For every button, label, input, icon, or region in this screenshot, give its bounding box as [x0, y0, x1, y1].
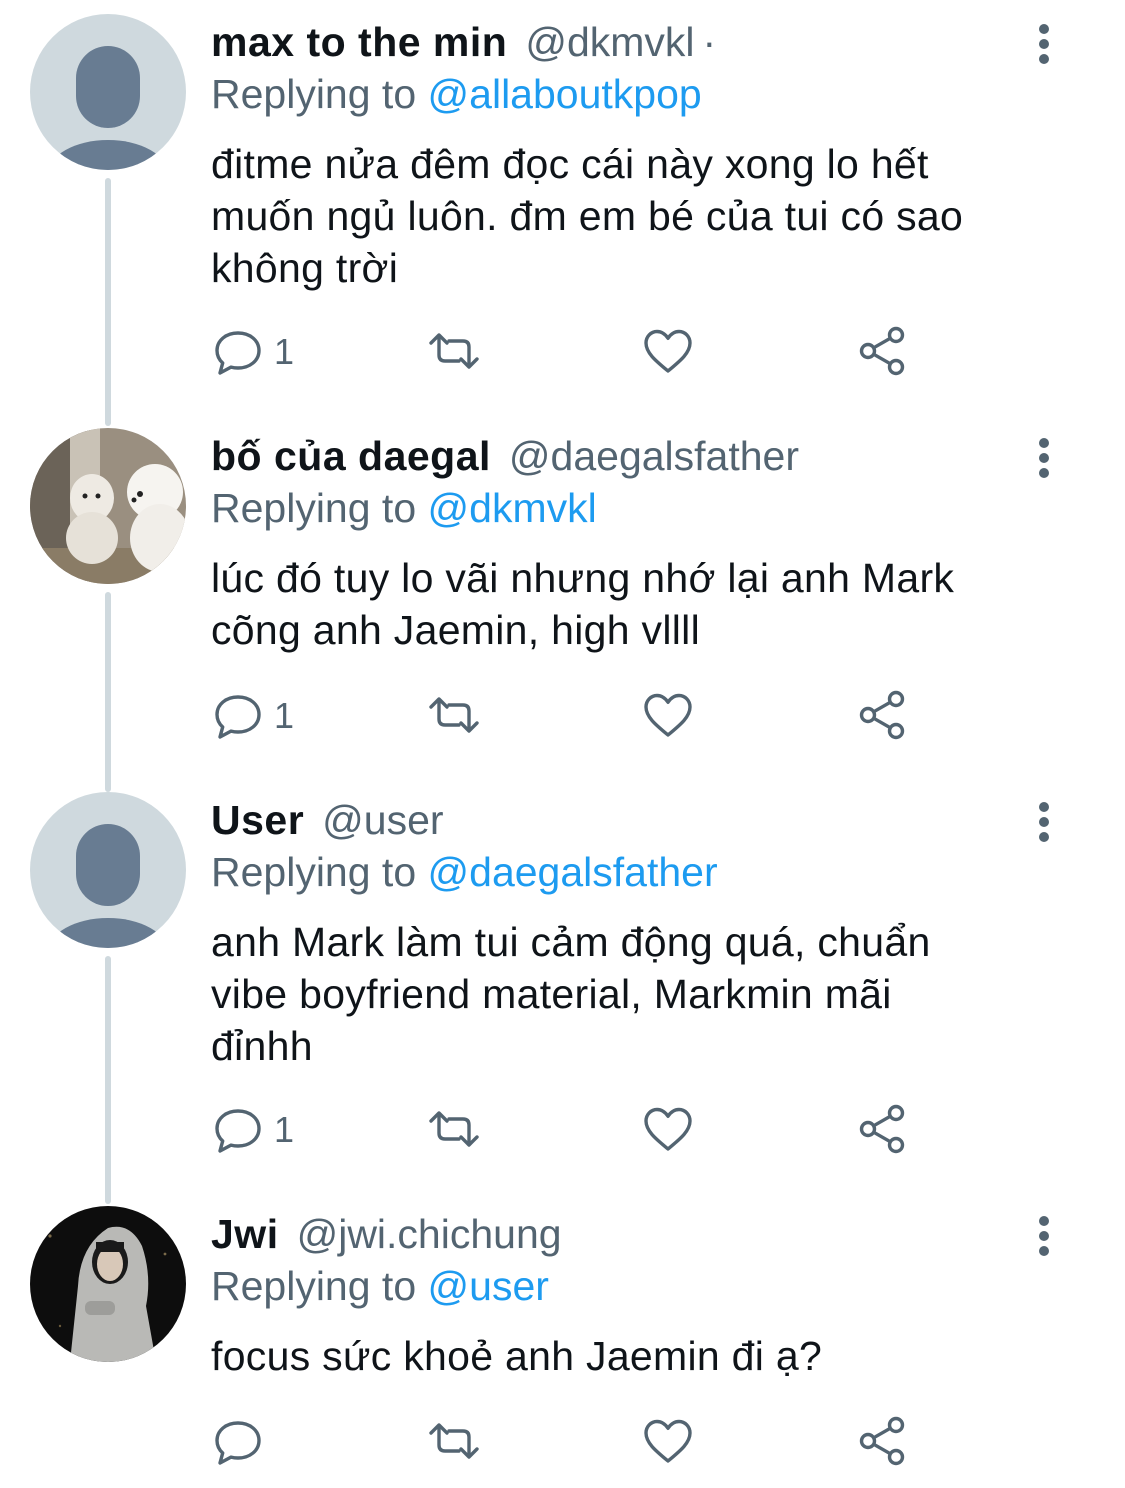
more-options-button[interactable] [1034, 438, 1054, 478]
default-avatar-icon [30, 792, 186, 948]
more-vertical-icon [1039, 24, 1049, 34]
user-handle[interactable]: @dkmvkl [525, 19, 694, 65]
display-name[interactable]: Jwi [211, 1211, 279, 1257]
more-options-button[interactable] [1034, 24, 1054, 64]
share-button[interactable] [856, 323, 912, 383]
reply-button[interactable]: 1 [212, 323, 294, 383]
tweet-text-line: focus sức khoẻ anh Jaemin đi ạ? [211, 1333, 823, 1379]
like-button[interactable] [640, 687, 696, 747]
tweet-header: User @user [211, 794, 1015, 846]
share-button[interactable] [856, 687, 912, 747]
more-options-button[interactable] [1034, 802, 1054, 842]
user-handle[interactable]: @jwi.chichung [297, 1211, 562, 1257]
avatar[interactable] [30, 1206, 186, 1362]
action-bar: 1 [0, 687, 1125, 747]
avatar[interactable] [30, 428, 186, 584]
retweet-icon [429, 697, 479, 733]
share-button[interactable] [856, 1101, 912, 1161]
tweet-text: lúc đó tuy lo vãi nhưng nhớ lại anh Mark… [211, 552, 1051, 656]
reply-icon [215, 331, 261, 375]
share-icon [859, 690, 905, 740]
reply-count: 1 [274, 1109, 295, 1150]
thread-connector-line [105, 956, 111, 1204]
heart-icon [644, 1419, 692, 1463]
reply-count: 1 [274, 331, 295, 372]
tweet-text-line: không trời [211, 245, 399, 291]
share-button[interactable] [856, 1413, 912, 1473]
dog-photo-avatar-icon [30, 428, 186, 584]
retweet-button[interactable] [424, 1413, 484, 1473]
display-name[interactable]: bố của daegal [211, 433, 491, 479]
thread-connector-line [105, 178, 111, 426]
retweet-icon [429, 1423, 479, 1459]
tweet-text-line: đỉnhh [211, 1023, 313, 1069]
reply-thread: max to the min @dkmvkl · Replying to @alla… [0, 0, 1125, 1488]
avatar[interactable] [30, 14, 186, 170]
like-button[interactable] [640, 323, 696, 383]
retweet-button[interactable] [424, 323, 484, 383]
tweet-text-line: đitme nửa đêm đọc cái này xong lo hết [211, 141, 929, 187]
tweet-text: anh Mark làm tui cảm động quá, chuẩn vib… [211, 916, 1051, 1072]
action-bar: 1 [0, 1101, 1125, 1161]
like-button[interactable] [640, 1413, 696, 1473]
more-vertical-icon [1039, 438, 1049, 448]
display-name[interactable]: max to the min [211, 19, 507, 65]
display-name[interactable]: User [211, 797, 304, 843]
mention-link[interactable]: @user [428, 1263, 549, 1309]
user-handle[interactable]: @daegalsfather [509, 433, 799, 479]
replying-to: Replying to @daegalsfather [211, 849, 718, 895]
reply-icon [215, 695, 261, 739]
reply-button[interactable]: 1 [212, 687, 294, 747]
tweet-text-line: lúc đó tuy lo vãi nhưng nhớ lại anh Mark [211, 555, 955, 601]
tweet-header: Jwi @jwi.chichung [211, 1208, 1015, 1260]
reply-icon [215, 1421, 261, 1465]
retweet-button[interactable] [424, 1101, 484, 1161]
replying-to: Replying to @user [211, 1263, 549, 1309]
share-icon [859, 326, 905, 376]
reply-icon [215, 1109, 261, 1153]
mention-link[interactable]: @allaboutkpop [428, 71, 702, 117]
retweet-icon [429, 1111, 479, 1147]
separator-dot: · [702, 19, 717, 65]
tweet-header: max to the min @dkmvkl · [211, 16, 1015, 68]
tweet-text-line: vibe boyfriend material, Markmin mãi [211, 971, 892, 1017]
mention-link[interactable]: @dkmvkl [428, 485, 597, 531]
avatar[interactable] [30, 792, 186, 948]
more-options-button[interactable] [1034, 1216, 1054, 1256]
tweet-text: focus sức khoẻ anh Jaemin đi ạ? [211, 1330, 1051, 1382]
more-vertical-icon [1039, 802, 1049, 812]
action-bar [0, 1413, 1125, 1473]
heart-icon [644, 1107, 692, 1151]
share-icon [859, 1104, 905, 1154]
tweet-text-line: cõng anh Jaemin, high vllll [211, 607, 700, 653]
reply-button[interactable]: 1 [212, 1101, 294, 1161]
tweet-text-line: anh Mark làm tui cảm động quá, chuẩn [211, 919, 931, 965]
action-bar: 1 [0, 323, 1125, 383]
tweet-header: bố của daegal @daegalsfather [211, 430, 1015, 482]
like-button[interactable] [640, 1101, 696, 1161]
replying-to: Replying to @dkmvkl [211, 485, 597, 531]
hoodie-photo-avatar-icon [30, 1206, 186, 1362]
retweet-button[interactable] [424, 687, 484, 747]
default-avatar-icon [30, 14, 186, 170]
tweet-text: đitme nửa đêm đọc cái này xong lo hết mu… [211, 138, 1051, 294]
share-icon [859, 1416, 905, 1466]
reply-button[interactable] [212, 1413, 264, 1473]
tweet-text-line: muốn ngủ luôn. đm em bé của tui có sao [211, 193, 964, 239]
mention-link[interactable]: @daegalsfather [428, 849, 718, 895]
replying-to: Replying to @allaboutkpop [211, 71, 702, 117]
heart-icon [644, 329, 692, 373]
retweet-icon [429, 333, 479, 369]
user-handle[interactable]: @user [322, 797, 443, 843]
more-vertical-icon [1039, 1216, 1049, 1226]
heart-icon [644, 693, 692, 737]
reply-count: 1 [274, 695, 295, 736]
